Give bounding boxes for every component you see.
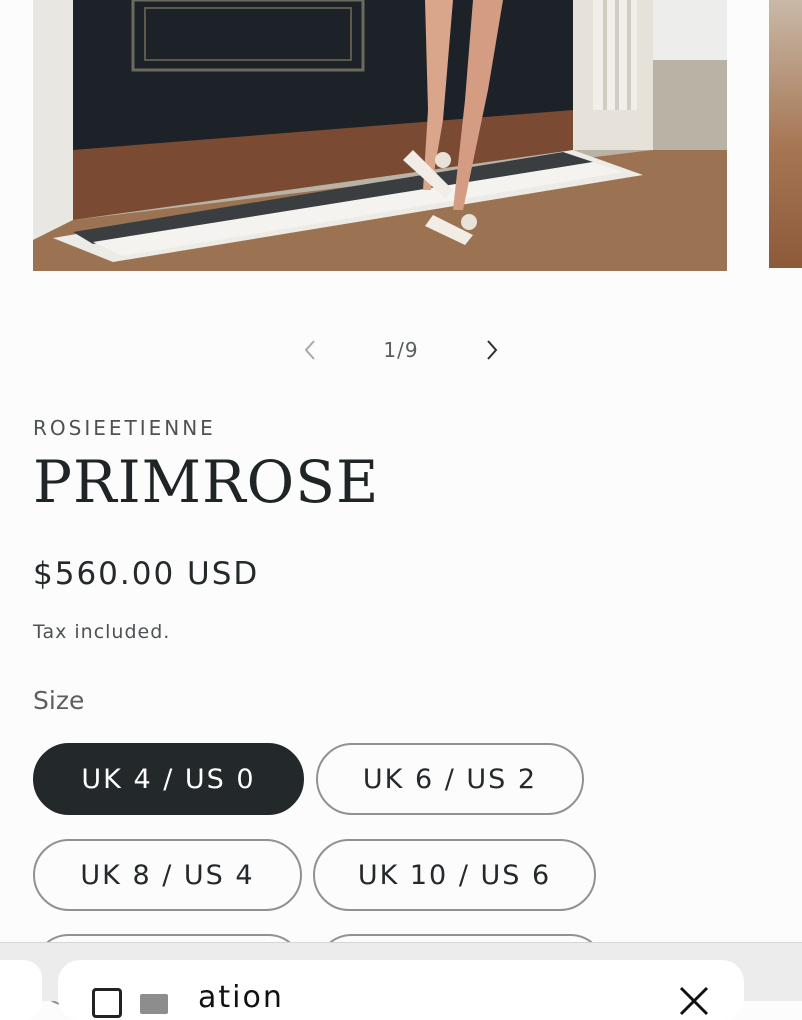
close-button[interactable] — [674, 984, 714, 1020]
close-icon — [679, 986, 709, 1016]
slide-counter: 1/9 — [383, 338, 419, 362]
next-slide-button[interactable] — [472, 330, 512, 370]
size-option-uk4-us0[interactable]: UK 4 / US 0 — [33, 743, 304, 815]
product-title: PRIMROSE — [33, 448, 380, 516]
bottom-sheet: ation — [58, 960, 744, 1020]
next-photo-preview[interactable] — [769, 0, 802, 268]
bottom-sheet-text: ation — [198, 980, 284, 1015]
product-vendor[interactable]: ROSIEETIENNE — [33, 416, 216, 440]
product-price: $560.00 USD — [33, 556, 260, 592]
gallery-pager: 1/9 — [290, 330, 512, 370]
chevron-left-icon — [304, 340, 315, 360]
square-icon — [140, 994, 168, 1014]
previous-slide-button[interactable] — [290, 330, 330, 370]
product-gallery — [0, 0, 802, 300]
product-photo-illustration — [33, 0, 727, 271]
chevron-right-icon — [487, 340, 498, 360]
product-photo[interactable] — [33, 0, 727, 271]
tax-note: Tax included. — [33, 621, 171, 643]
size-option-uk10-us6[interactable]: UK 10 / US 6 — [313, 839, 596, 911]
size-option-uk8-us4[interactable]: UK 8 / US 4 — [33, 839, 302, 911]
size-option-uk6-us2[interactable]: UK 6 / US 2 — [316, 743, 584, 815]
size-label: Size — [33, 686, 85, 715]
checkbox-icon[interactable] — [92, 988, 122, 1018]
bottom-left-card[interactable] — [0, 960, 42, 1020]
